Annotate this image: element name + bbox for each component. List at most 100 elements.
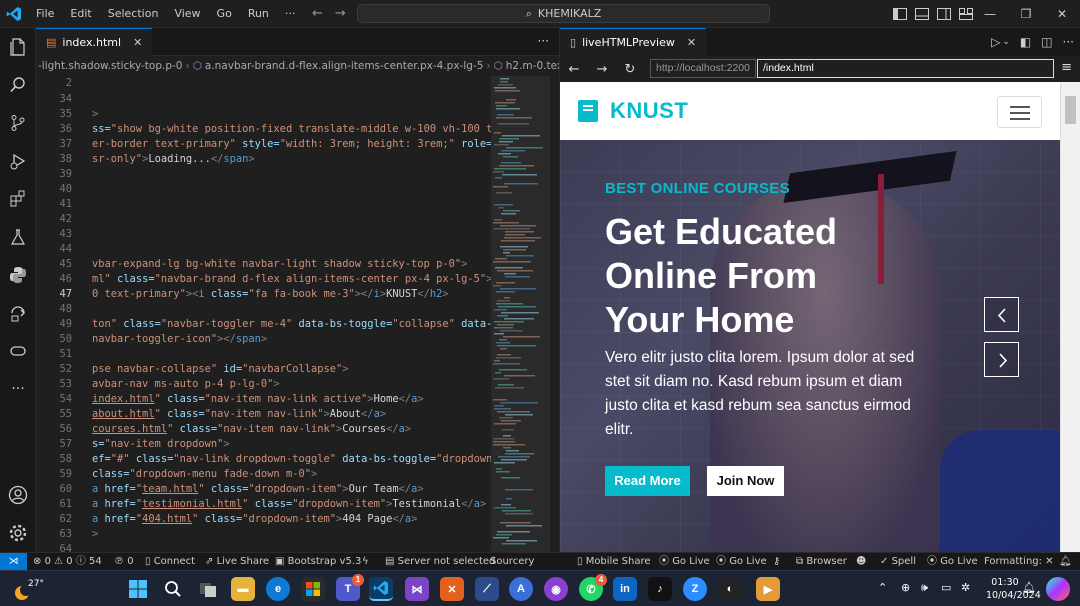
connect-item[interactable]: ▯ Connect xyxy=(145,553,195,571)
vscode-taskbar-icon[interactable] xyxy=(369,577,393,601)
media-player-icon[interactable]: ▶ xyxy=(756,577,780,601)
code-line[interactable]: 54 index.html" class="nav-item nav-link a… xyxy=(36,392,491,407)
menu-file[interactable]: File xyxy=(28,0,62,28)
run-debug-icon[interactable] xyxy=(0,146,36,176)
settings-gear-icon[interactable]: ✲ xyxy=(961,581,970,594)
language-globe-icon[interactable]: ⊕ xyxy=(901,581,910,594)
tab-live-html-preview[interactable]: ▯ liveHTMLPreview ✕ xyxy=(560,28,707,56)
command-center-search[interactable]: ⌕ KHEMIKALZ xyxy=(357,4,770,23)
notification-bell-icon[interactable]: 🔔︎ xyxy=(1022,581,1036,594)
carousel-prev-button[interactable] xyxy=(984,297,1019,332)
close-tab-icon[interactable]: ✕ xyxy=(133,36,142,49)
whatsapp-icon[interactable]: ✆ 4 xyxy=(579,574,607,601)
browser-item[interactable]: ⧉ Browser xyxy=(796,553,847,571)
battery-icon[interactable]: ▭ xyxy=(941,581,951,594)
lightning-icon[interactable]: ϟ xyxy=(362,553,369,571)
copilot-icon[interactable]: ☻ xyxy=(856,553,866,571)
reload-icon[interactable]: ↻ xyxy=(616,62,644,77)
testing-icon[interactable] xyxy=(0,222,36,252)
task-view-icon[interactable] xyxy=(196,577,220,601)
back-arrow-icon[interactable]: ← xyxy=(312,0,323,28)
github-desktop-icon[interactable]: ◉ xyxy=(544,577,568,601)
file-explorer-icon[interactable]: ▬ xyxy=(231,577,255,601)
editor-scrollbar[interactable] xyxy=(549,76,559,552)
explorer-icon[interactable] xyxy=(0,32,36,62)
more-actions-icon[interactable]: ··· xyxy=(1063,35,1074,49)
sourcery-item[interactable]: Sourcery xyxy=(490,553,534,571)
edge-browser-icon[interactable]: e xyxy=(266,577,290,601)
volume-icon[interactable]: 🕪︎ xyxy=(921,581,928,595)
menu-hamburger-icon[interactable]: ≡ xyxy=(1061,60,1072,75)
navbar-toggler-button[interactable] xyxy=(997,96,1042,128)
run-icon[interactable]: ▷ xyxy=(991,35,1000,49)
tab-index-html[interactable]: ▤ index.html ✕ xyxy=(36,28,153,56)
code-line[interactable]: 55 about.html" class="nav-item nav-link">… xyxy=(36,407,491,422)
code-line[interactable]: 41 xyxy=(36,197,491,212)
forward-arrow-icon[interactable]: → xyxy=(588,62,616,77)
read-more-button[interactable]: Read More xyxy=(605,466,690,496)
menu-go[interactable]: Go xyxy=(209,0,240,28)
code-line[interactable]: 47 0 text-primary"><i class="fa fa-book m… xyxy=(36,287,491,302)
minimap[interactable] xyxy=(491,76,549,552)
key-icon[interactable]: ⚷ xyxy=(773,553,780,571)
breadcrumb-item[interactable]: -light.shadow.sticky-top.p-0 xyxy=(38,60,183,72)
code-editor[interactable]: 2 34 35 >36 ss="show bg-white position-fixed… xyxy=(36,76,559,552)
code-line[interactable]: 48 xyxy=(36,302,491,317)
code-line[interactable]: 52 pse navbar-collapse" id="navbarCollaps… xyxy=(36,362,491,377)
account-icon[interactable] xyxy=(0,480,36,510)
code-line[interactable]: 58 ef="#" class="nav-link dropdown-toggle… xyxy=(36,452,491,467)
bootstrap-item[interactable]: ▣ Bootstrap v5.3 xyxy=(275,553,361,571)
system-clock[interactable]: 01:30 10/04/2024 xyxy=(986,576,1041,602)
teams-icon[interactable]: T1 xyxy=(336,574,364,601)
code-line[interactable]: 61 a href="testimonial.html" class="dropd… xyxy=(36,497,491,512)
menu-view[interactable]: View xyxy=(166,0,208,28)
start-button-icon[interactable] xyxy=(126,577,150,601)
notifications-bell-icon[interactable]: 🔔︎ xyxy=(1059,553,1072,571)
scrollbar-thumb[interactable] xyxy=(1065,96,1076,124)
github-icon[interactable]: ◐ xyxy=(718,577,742,601)
code-line[interactable]: 36 ss="show bg-white position-fixed trans… xyxy=(36,122,491,137)
more-actions-icon[interactable]: ··· xyxy=(538,34,549,48)
remote-explorer-icon[interactable] xyxy=(0,298,36,328)
carousel-next-button[interactable] xyxy=(984,342,1019,377)
go-live-item[interactable]: ⦿ Go Live xyxy=(927,553,978,571)
menu-more[interactable]: ··· xyxy=(277,0,304,28)
search-icon[interactable] xyxy=(0,70,36,100)
code-line[interactable]: 51 xyxy=(36,347,491,362)
code-line[interactable]: 38 sr-only">Loading...</span> xyxy=(36,152,491,167)
code-line[interactable]: 2 xyxy=(36,76,491,91)
translator-icon[interactable]: A xyxy=(509,577,533,601)
manage-gear-icon[interactable] xyxy=(0,518,36,548)
tiktok-icon[interactable]: ♪ xyxy=(648,577,672,601)
restore-button[interactable]: ❐ xyxy=(1008,7,1044,21)
code-line[interactable]: 56 courses.html" class="nav-item nav-link… xyxy=(36,422,491,437)
split-editor-icon[interactable]: ◫ xyxy=(1041,35,1052,49)
toggle-secondary-sidebar-icon[interactable] xyxy=(936,7,952,21)
code-line[interactable]: 40 xyxy=(36,182,491,197)
more-views-icon[interactable]: ··· xyxy=(0,374,36,404)
mysql-workbench-icon[interactable]: ⟋ xyxy=(475,577,499,601)
spell-item[interactable]: ✓ Spell xyxy=(880,553,916,571)
live-share-item[interactable]: ⇗ Live Share xyxy=(205,553,269,571)
code-line[interactable]: 50 navbar-toggler-icon"></span> xyxy=(36,332,491,347)
code-line[interactable]: 59 class="dropdown-menu fade-down m-0"> xyxy=(36,467,491,482)
zoom-icon[interactable]: Z xyxy=(683,577,707,601)
go-live-item[interactable]: ⦿ Go Live xyxy=(659,553,710,571)
open-preview-icon[interactable]: ◧ xyxy=(1020,35,1031,49)
code-line[interactable]: 42 xyxy=(36,212,491,227)
join-now-button[interactable]: Join Now xyxy=(707,466,784,496)
code-line[interactable]: 57 s="nav-item dropdown"> xyxy=(36,437,491,452)
code-line[interactable]: 64 xyxy=(36,542,491,552)
toggle-primary-sidebar-icon[interactable] xyxy=(892,7,908,21)
linkedin-icon[interactable]: in xyxy=(613,577,637,601)
code-line[interactable]: 45 vbar-expand-lg bg-white navbar-light s… xyxy=(36,257,491,272)
code-line[interactable]: 49 ton" class="navbar-toggler me-4" data-… xyxy=(36,317,491,332)
microsoft-store-icon[interactable] xyxy=(301,577,325,601)
code-line[interactable]: 60 a href="team.html" class="dropdown-ite… xyxy=(36,482,491,497)
breadcrumb-item[interactable]: h2.m-0.text-primary xyxy=(506,60,559,72)
toggle-panel-icon[interactable] xyxy=(914,7,930,21)
remote-indicator-icon[interactable]: ⋊ xyxy=(0,552,27,571)
back-arrow-icon[interactable]: ← xyxy=(560,62,588,77)
chevron-up-icon[interactable]: ⌃ xyxy=(878,581,887,594)
server-item[interactable]: ▤ Server not selected xyxy=(385,553,495,571)
